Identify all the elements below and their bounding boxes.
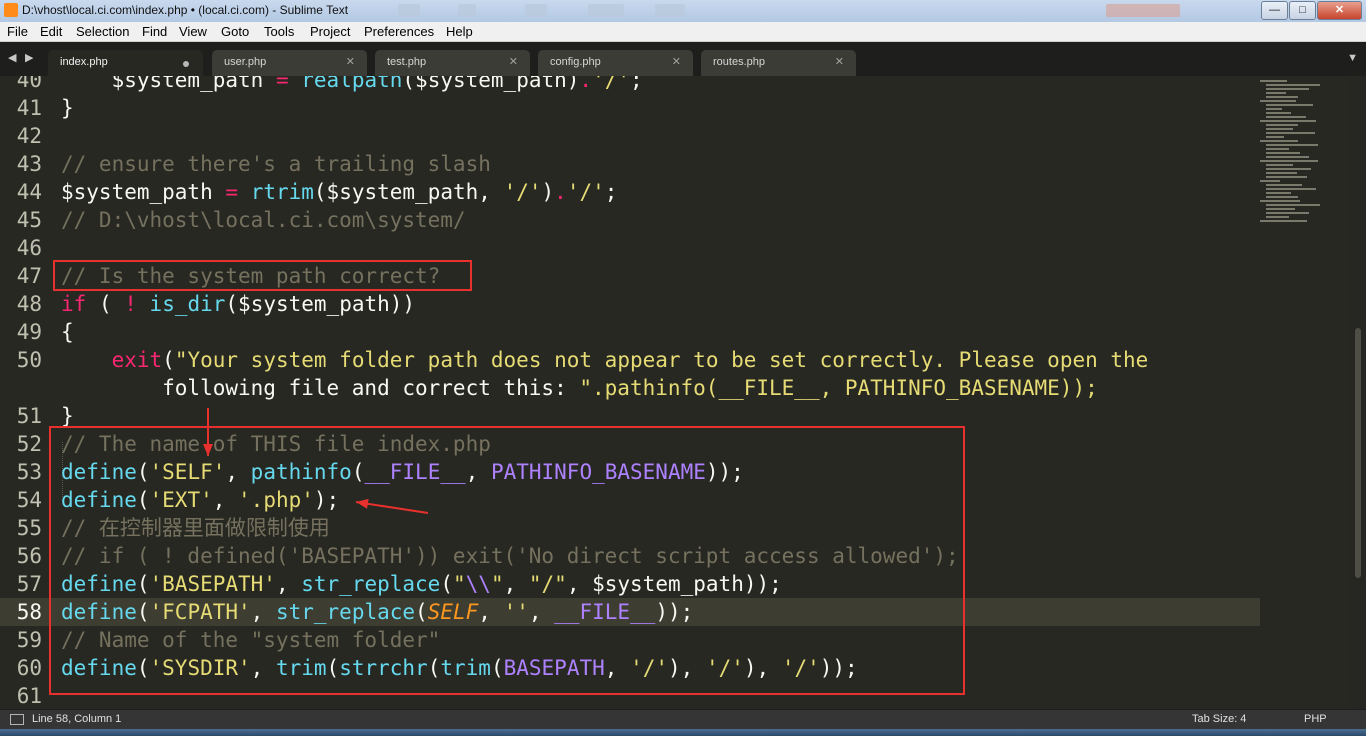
scrollbar-thumb[interactable] [1355,328,1361,578]
tab-list-dropdown-icon[interactable]: ▼ [1347,52,1358,64]
minimap-line [1266,184,1302,186]
menu-view[interactable]: View [179,24,207,39]
title-bar[interactable]: D:\vhost\local.ci.com\index.php • (local… [0,0,1366,23]
minimap-line [1266,148,1290,150]
tab-nav-right-icon[interactable]: ▶ [25,51,33,64]
windows-taskbar [0,729,1366,736]
minimap-line [1266,92,1286,94]
tab-label: routes.php [713,56,765,68]
menu-bar: File Edit Selection Find View Goto Tools… [0,22,1366,42]
minimap-line [1266,104,1313,106]
vertical-scrollbar[interactable] [1350,76,1366,709]
menu-help[interactable]: Help [446,24,473,39]
minimap-line [1266,168,1311,170]
blurred-background-text [398,4,420,17]
tab-label: config.php [550,56,601,68]
menu-selection[interactable]: Selection [76,24,129,39]
minimap-line [1266,124,1299,126]
minimap-line [1260,140,1298,142]
minimap-line [1266,96,1298,98]
tab-size-indicator[interactable]: Tab Size: 4 [1192,713,1246,725]
maximize-button[interactable]: □ [1289,1,1316,20]
status-bar: Line 58, Column 1 Tab Size: 4 PHP [0,709,1366,729]
blurred-background-button [1106,4,1180,17]
tab-nav-left-icon[interactable]: ◀ [8,51,16,64]
tab-label: index.php [60,56,108,68]
tab-close-icon[interactable]: ✕ [835,55,844,68]
syntax-indicator[interactable]: PHP [1304,713,1327,725]
minimap-line [1266,84,1320,86]
blurred-background-text [655,4,685,17]
code-editor[interactable]: 40 $system_path = realpath($system_path)… [0,76,1366,709]
minimap-line [1260,180,1280,182]
minimap-line [1266,212,1310,214]
minimap-line [1266,112,1292,114]
blurred-background-text [458,4,476,17]
menu-edit[interactable]: Edit [40,24,62,39]
tab-config-php[interactable]: config.php ✕ [538,50,693,76]
minimap-line [1266,188,1317,190]
tab-test-php[interactable]: test.php ✕ [375,50,530,76]
tab-close-icon[interactable]: ✕ [346,55,355,68]
close-button[interactable]: ✕ [1317,1,1362,20]
tab-close-icon[interactable]: ✕ [509,55,518,68]
window-title: D:\vhost\local.ci.com\index.php • (local… [22,3,349,17]
minimap-line [1260,160,1318,162]
minimap-line [1266,156,1310,158]
tab-routes-php[interactable]: routes.php ✕ [701,50,856,76]
tab-label: user.php [224,56,267,68]
minimap-line [1260,80,1287,82]
sublime-app-icon [4,3,18,17]
menu-project[interactable]: Project [310,24,350,39]
minimap-line [1260,200,1300,202]
minimap-line [1266,152,1301,154]
arrow-left-icon [355,498,429,514]
minimap-line [1260,120,1316,122]
menu-preferences[interactable]: Preferences [364,24,434,39]
blurred-background-text [588,4,624,17]
menu-tools[interactable]: Tools [264,24,294,39]
tab-index-php[interactable]: index.php [48,50,203,76]
minimap-line [1266,196,1299,198]
minimap-line [1266,204,1320,206]
menu-file[interactable]: File [7,24,28,39]
tab-close-icon[interactable]: ✕ [672,55,681,68]
minimize-button[interactable]: — [1261,1,1288,20]
annotation-arrows [203,408,429,514]
minimap-line [1266,164,1293,166]
menu-find[interactable]: Find [142,24,167,39]
tab-bar: ◀ ▶ index.php user.php ✕ test.php ✕ conf… [0,42,1366,76]
minimap-line [1266,108,1283,110]
minimap[interactable] [1258,76,1348,236]
minimap-line [1266,216,1290,218]
minimap-line [1266,136,1284,138]
minimap-line [1266,208,1295,210]
menu-goto[interactable]: Goto [221,24,249,39]
tab-user-php[interactable]: user.php ✕ [212,50,367,76]
minimap-line [1260,100,1296,102]
cursor-position: Line 58, Column 1 [32,713,122,725]
minimap-line [1266,128,1293,130]
minimap-line [1266,192,1292,194]
minimap-line [1266,132,1315,134]
minimap-line [1266,88,1310,90]
arrow-down-icon [203,408,213,456]
minimap-line [1266,116,1306,118]
unsaved-dot-icon[interactable] [183,61,189,67]
minimap-line [1266,172,1297,174]
panel-toggle-icon[interactable] [10,714,24,725]
blurred-background-text [525,4,547,17]
minimap-line [1266,176,1308,178]
minimap-line [1266,144,1319,146]
tab-label: test.php [387,56,427,68]
minimap-line [1260,220,1307,222]
